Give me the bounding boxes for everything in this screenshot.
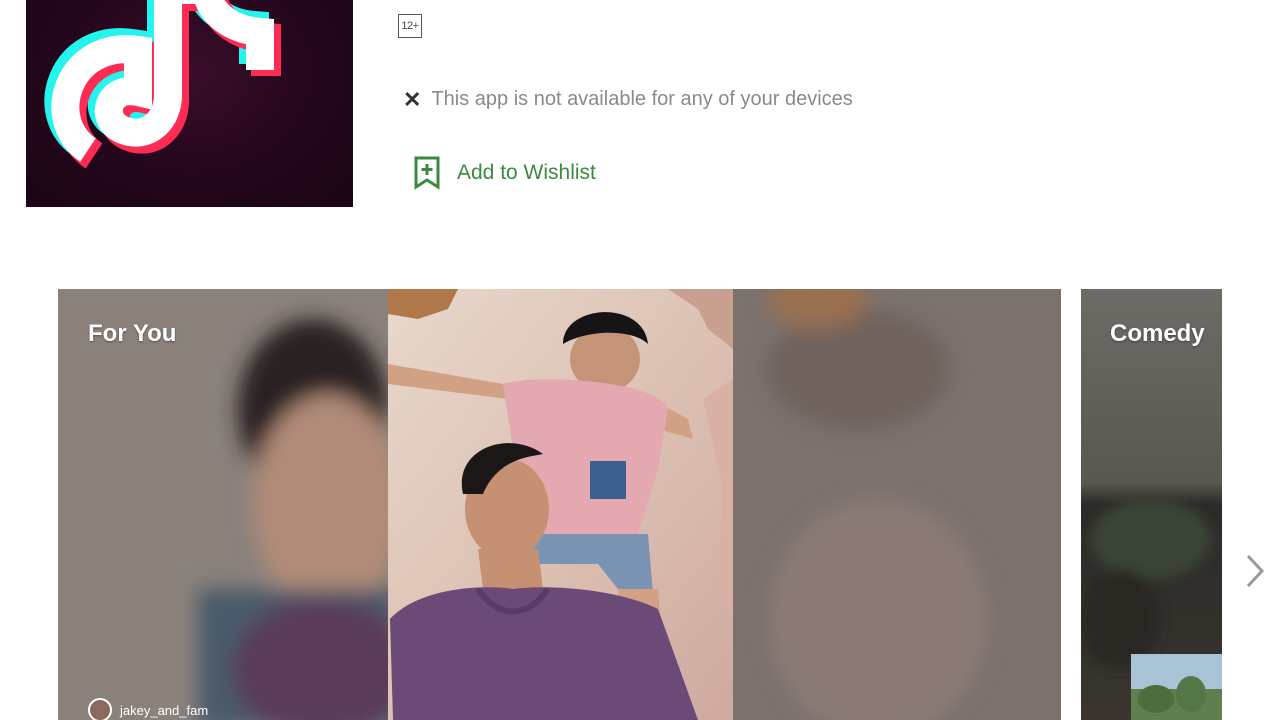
next-screenshot-button[interactable] (1240, 552, 1270, 592)
app-icon (26, 0, 353, 207)
tiktok-logo-icon (44, 0, 281, 169)
screenshot-2-image (1081, 289, 1222, 720)
chevron-right-icon (1246, 554, 1265, 588)
wishlist-label: Add to Wishlist (457, 161, 596, 184)
screenshot-2-title: Comedy (1110, 320, 1205, 347)
screenshot-1-title: For You (88, 320, 177, 347)
screenshot-1[interactable]: For You jakey_and_fam (58, 289, 1061, 720)
avatar (88, 698, 112, 720)
availability-text: This app is not available for any of you… (431, 88, 853, 110)
bookmark-add-icon (414, 156, 440, 190)
add-to-wishlist-button[interactable]: Add to Wishlist (413, 156, 596, 190)
screenshot-2[interactable]: Comedy (1081, 289, 1222, 720)
screenshot-1-user: jakey_and_fam (88, 698, 208, 720)
availability-notice: ✕ This app is not available for any of y… (403, 88, 853, 111)
close-icon: ✕ (403, 86, 422, 112)
content-rating-badge: 12+ (398, 14, 422, 38)
username: jakey_and_fam (120, 702, 209, 718)
screenshot-1-image (58, 289, 1061, 720)
